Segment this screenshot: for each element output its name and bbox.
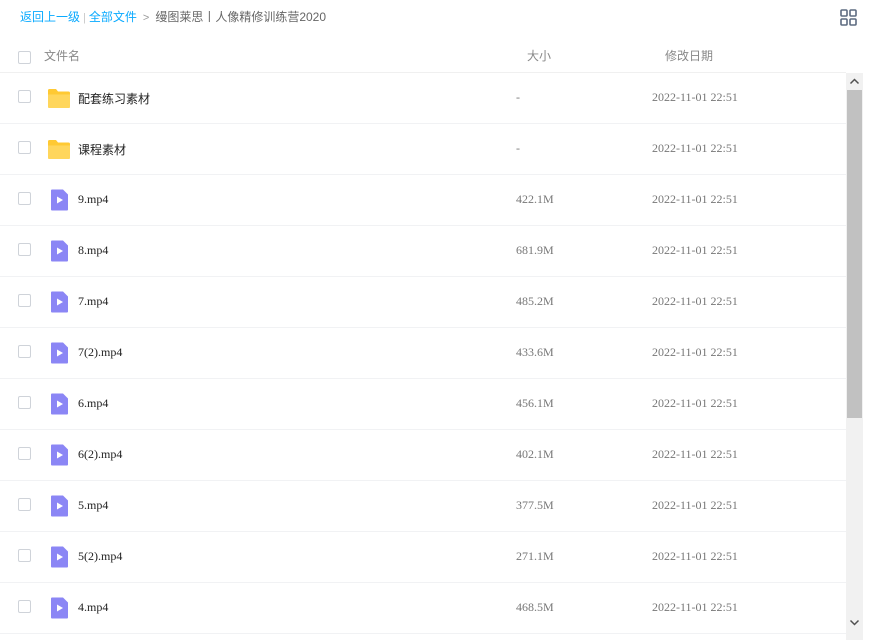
file-name[interactable]: 9.mp4 — [78, 192, 108, 207]
video-file-icon — [47, 189, 71, 211]
row-checkbox[interactable] — [18, 549, 31, 562]
file-name[interactable]: 4.mp4 — [78, 600, 108, 615]
file-name[interactable]: 课程素材 — [78, 141, 126, 158]
file-modified-date: 2022-11-01 22:51 — [652, 447, 738, 461]
file-row[interactable]: 4.mp4 468.5M 2022-11-01 22:51 — [0, 583, 846, 634]
file-modified-date: 2022-11-01 22:51 — [652, 294, 738, 308]
file-name[interactable]: 8.mp4 — [78, 243, 108, 258]
file-modified-date: 2022-11-01 22:51 — [652, 498, 738, 512]
file-row[interactable]: 5.mp4 377.5M 2022-11-01 22:51 — [0, 481, 846, 532]
file-modified-date: 2022-11-01 22:51 — [652, 345, 738, 359]
file-name[interactable]: 5(2).mp4 — [78, 549, 122, 564]
back-link[interactable]: 返回上一级 — [20, 10, 80, 24]
file-list: 配套练习素材 - 2022-11-01 22:51 课程素材 - 2022-11-01 2… — [0, 73, 846, 640]
file-modified-date: 2022-11-01 22:51 — [652, 192, 738, 206]
file-name[interactable]: 配套练习素材 — [78, 90, 150, 107]
file-row[interactable]: 7(2).mp4 433.6M 2022-11-01 22:51 — [0, 328, 846, 379]
grid-view-icon[interactable] — [840, 9, 857, 26]
row-checkbox[interactable] — [18, 498, 31, 511]
file-size: 468.5M — [516, 600, 554, 614]
file-size: 456.1M — [516, 396, 554, 410]
column-header-modified[interactable]: 修改日期 — [665, 47, 713, 64]
file-name[interactable]: 7(2).mp4 — [78, 345, 122, 360]
file-modified-date: 2022-11-01 22:51 — [652, 141, 738, 155]
file-row[interactable]: 8.mp4 681.9M 2022-11-01 22:51 — [0, 226, 846, 277]
row-checkbox[interactable] — [18, 90, 31, 103]
row-checkbox[interactable] — [18, 345, 31, 358]
file-size: 402.1M — [516, 447, 554, 461]
video-file-icon — [47, 597, 71, 619]
video-file-icon — [47, 240, 71, 262]
folder-icon — [47, 138, 71, 160]
breadcrumb-arrow-icon: > — [142, 12, 150, 24]
all-files-link[interactable]: 全部文件 — [89, 10, 137, 24]
video-file-icon — [47, 342, 71, 364]
file-row[interactable]: 配套练习素材 - 2022-11-01 22:51 — [0, 73, 846, 124]
row-checkbox[interactable] — [18, 141, 31, 154]
video-file-icon — [47, 546, 71, 568]
video-file-icon — [47, 495, 71, 517]
scrollbar-thumb[interactable] — [847, 90, 862, 418]
file-modified-date: 2022-11-01 22:51 — [652, 396, 738, 410]
row-checkbox[interactable] — [18, 447, 31, 460]
file-size: 271.1M — [516, 549, 554, 563]
row-checkbox[interactable] — [18, 294, 31, 307]
folder-icon — [47, 87, 71, 109]
video-file-icon — [47, 291, 71, 313]
file-modified-date: 2022-11-01 22:51 — [652, 243, 738, 257]
file-modified-date: 2022-11-01 22:51 — [652, 90, 738, 104]
file-name[interactable]: 7.mp4 — [78, 294, 108, 309]
file-row[interactable]: 6.mp4 456.1M 2022-11-01 22:51 — [0, 379, 846, 430]
video-file-icon — [47, 444, 71, 466]
file-name[interactable]: 6.mp4 — [78, 396, 108, 411]
video-file-icon — [47, 393, 71, 415]
row-checkbox[interactable] — [18, 396, 31, 409]
file-row[interactable]: 7.mp4 485.2M 2022-11-01 22:51 — [0, 277, 846, 328]
current-folder-name: 缦图莱思丨人像精修训练营2020 — [155, 10, 327, 24]
row-checkbox[interactable] — [18, 600, 31, 613]
row-checkbox[interactable] — [18, 243, 31, 256]
vertical-scrollbar[interactable] — [846, 73, 863, 640]
column-header-name[interactable]: 文件名 — [44, 47, 80, 64]
file-name[interactable]: 5.mp4 — [78, 498, 108, 513]
file-list-header: 文件名 大小 修改日期 — [0, 40, 846, 73]
file-name[interactable]: 6(2).mp4 — [78, 447, 122, 462]
file-size: 433.6M — [516, 345, 554, 359]
row-checkbox[interactable] — [18, 192, 31, 205]
breadcrumb: 返回上一级 | 全部文件 > 缦图莱思丨人像精修训练营2020 — [20, 9, 326, 26]
select-all-checkbox[interactable] — [18, 51, 31, 64]
scroll-down-arrow-icon[interactable] — [846, 614, 863, 631]
file-row[interactable]: 课程素材 - 2022-11-01 22:51 — [0, 124, 846, 175]
file-row[interactable]: 9.mp4 422.1M 2022-11-01 22:51 — [0, 175, 846, 226]
file-modified-date: 2022-11-01 22:51 — [652, 549, 738, 563]
file-size: 377.5M — [516, 498, 554, 512]
file-size: - — [516, 141, 520, 155]
file-row[interactable]: 5(2).mp4 271.1M 2022-11-01 22:51 — [0, 532, 846, 583]
file-size: - — [516, 90, 520, 104]
file-modified-date: 2022-11-01 22:51 — [652, 600, 738, 614]
file-row[interactable]: 6(2).mp4 402.1M 2022-11-01 22:51 — [0, 430, 846, 481]
scroll-up-arrow-icon[interactable] — [846, 73, 863, 90]
column-header-size[interactable]: 大小 — [527, 47, 551, 64]
file-size: 681.9M — [516, 243, 554, 257]
file-size: 485.2M — [516, 294, 554, 308]
breadcrumb-separator: | — [83, 12, 86, 24]
top-bar: 返回上一级 | 全部文件 > 缦图莱思丨人像精修训练营2020 — [0, 0, 871, 34]
file-size: 422.1M — [516, 192, 554, 206]
